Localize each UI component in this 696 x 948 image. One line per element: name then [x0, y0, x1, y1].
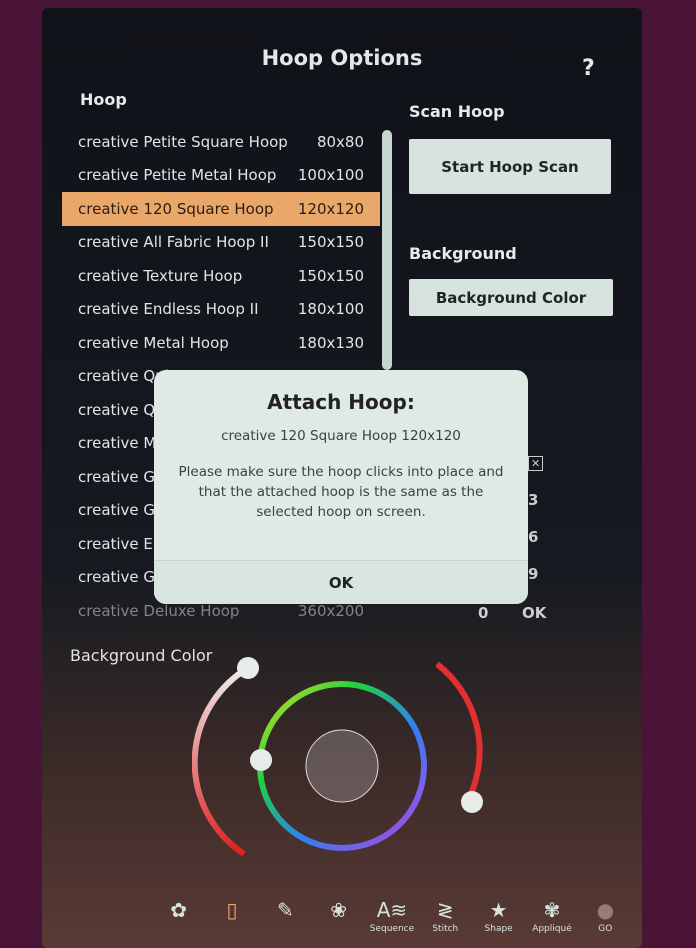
background-label: Background [409, 244, 517, 263]
hoop-label: Hoop [80, 90, 127, 109]
lightness-slider[interactable] [192, 665, 250, 857]
hoop-list-item[interactable]: creative Texture Hoop 150x150 [62, 259, 380, 293]
hoop-size: 150x150 [297, 266, 364, 285]
hoop-size: 360x200 [297, 601, 364, 620]
hoop-size: 180x130 [297, 333, 364, 352]
toolbar-go-button[interactable]: ● GO [579, 898, 632, 934]
close-keypad-button[interactable]: ✕ [528, 456, 544, 471]
hoop-list-item[interactable]: creative Petite Square Hoop 80x80 [62, 125, 380, 159]
hoop-list-item[interactable]: creative Metal Hoop 180x130 [62, 326, 380, 360]
dialog-title: Attach Hoop: [267, 390, 415, 414]
shape-icon: ★ [489, 898, 508, 922]
saturation-slider[interactable] [435, 661, 483, 798]
background-color-label: Background Color [70, 646, 213, 665]
hoop-name: creative Ma [78, 434, 166, 453]
keypad-ok[interactable]: OK [522, 604, 546, 622]
background-color-button[interactable]: Background Color [409, 279, 613, 316]
bottom-toolbar: ✿ ▯ ✎ ❀ A≋ Sequence ≷ Stitch ★ Shape ✾ Appliqué ● GO [152, 898, 632, 944]
key-6[interactable]: 6 [528, 528, 538, 546]
slider-handle[interactable] [237, 657, 259, 679]
hoop-size: 100x100 [297, 166, 364, 185]
hoop-size: 150x150 [297, 233, 364, 252]
hoop-size: 120x120 [297, 199, 364, 218]
hoop-name: creative Gr [78, 467, 162, 486]
key-0[interactable]: 0 [478, 604, 488, 622]
help-button[interactable]: ? [582, 56, 595, 81]
screen: Hoop Options ? Hoop creative Petite Squa… [42, 8, 642, 948]
stitch-icon: ≷ [436, 898, 454, 922]
sequence-icon: A≋ [376, 898, 408, 922]
toolbar-label: Sequence [369, 924, 415, 934]
color-preview [305, 729, 379, 803]
hoop-name: creative Metal Hoop [78, 333, 229, 352]
toolbar-stitch-edit-button[interactable]: ✎ [259, 898, 312, 924]
dialog-hoop: creative 120 Square Hoop 120x120 [221, 428, 461, 444]
hoop-name: creative Petite Metal Hoop [78, 166, 277, 185]
hoop-name: creative Deluxe Hoop [78, 601, 240, 620]
hoop-list-item[interactable]: creative 120 Square Hoop 120x120 [62, 192, 380, 226]
scan-hoop-label: Scan Hoop [409, 102, 505, 121]
hoop-name: creative Texture Hoop [78, 266, 243, 285]
hoop-list-item[interactable]: creative Endless Hoop II 180x100 [62, 293, 380, 327]
embroidery-edit-icon: ✿ [170, 898, 188, 922]
hoop-name: creative 120 Square Hoop [78, 199, 274, 218]
design-icon: ❀ [330, 898, 348, 922]
toolbar-embroidery-edit-button[interactable]: ✿ [152, 898, 205, 924]
color-picker[interactable] [192, 656, 492, 866]
hoop-name: creative Eli [78, 534, 162, 553]
stitch-edit-icon: ✎ [276, 898, 294, 922]
toolbar-applique-button[interactable]: ✾ Appliqué [525, 898, 578, 934]
toolbar-label: Appliqué [532, 924, 572, 934]
start-hoop-scan-button[interactable]: Start Hoop Scan [409, 139, 611, 194]
toolbar-stitch-button[interactable]: ≷ Stitch [419, 898, 472, 934]
toolbar-shape-button[interactable]: ★ Shape [472, 898, 525, 934]
hoop-name: creative All Fabric Hoop II [78, 233, 269, 252]
attach-hoop-dialog: Attach Hoop: creative 120 Square Hoop 12… [154, 370, 528, 604]
scrollbar[interactable] [382, 130, 392, 370]
hoop-list-item[interactable]: creative Petite Metal Hoop 100x100 [62, 159, 380, 193]
toolbar-design-button[interactable]: ❀ [312, 898, 365, 924]
hoop-size: 180x100 [297, 300, 364, 319]
toolbar-sequence-button[interactable]: A≋ Sequence [365, 898, 418, 934]
hoop-name: creative Petite Square Hoop [78, 132, 288, 151]
hoop-name: creative Qu [78, 400, 165, 419]
slider-handle[interactable] [461, 791, 483, 813]
toolbar-label: GO [598, 924, 613, 934]
page-title: Hoop Options [261, 46, 423, 70]
hoop-name: creative Gr [78, 568, 162, 587]
dialog-ok-button[interactable]: OK [154, 560, 528, 604]
hoop-name: creative Gr [78, 501, 162, 520]
hoop-icon: ▯ [226, 898, 238, 922]
go-icon: ● [596, 898, 615, 922]
key-9[interactable]: 9 [528, 565, 538, 583]
toolbar-label: Stitch [432, 924, 459, 934]
toolbar-hoop-button[interactable]: ▯ [205, 898, 258, 924]
hoop-list-item[interactable]: creative All Fabric Hoop II 150x150 [62, 226, 380, 260]
hue-handle[interactable] [250, 749, 272, 771]
applique-icon: ✾ [543, 898, 561, 922]
hoop-name: creative Endless Hoop II [78, 300, 259, 319]
key-3[interactable]: 3 [528, 491, 538, 509]
hoop-size: 80x80 [316, 132, 364, 151]
dialog-message: Please make sure the hoop clicks into pl… [178, 464, 504, 520]
toolbar-label: Shape [484, 924, 513, 934]
